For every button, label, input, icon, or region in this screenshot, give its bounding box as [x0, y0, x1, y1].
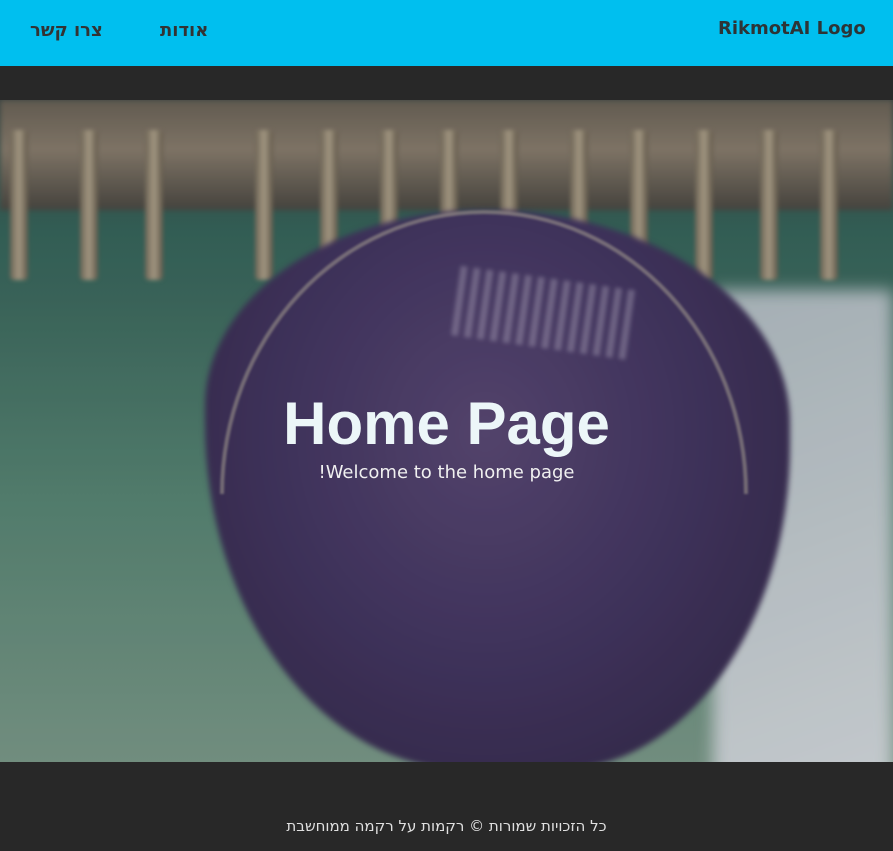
site-logo[interactable]: RikmotAI Logo — [718, 18, 866, 39]
page-subtitle: Welcome to the home page! — [318, 462, 575, 483]
nav-link-contact[interactable]: צרו קשר — [30, 20, 103, 41]
site-header: RikmotAI Logo אודות צרו קשר — [0, 0, 893, 66]
page-title: Home Page — [283, 390, 610, 457]
hero-banner: Home Page Welcome to the home page! — [0, 100, 893, 762]
nav-link-about[interactable]: אודות — [160, 20, 208, 41]
footer-copyright: כל הזכויות שמורות © רקמות על רקמה ממוחשב… — [286, 817, 607, 835]
